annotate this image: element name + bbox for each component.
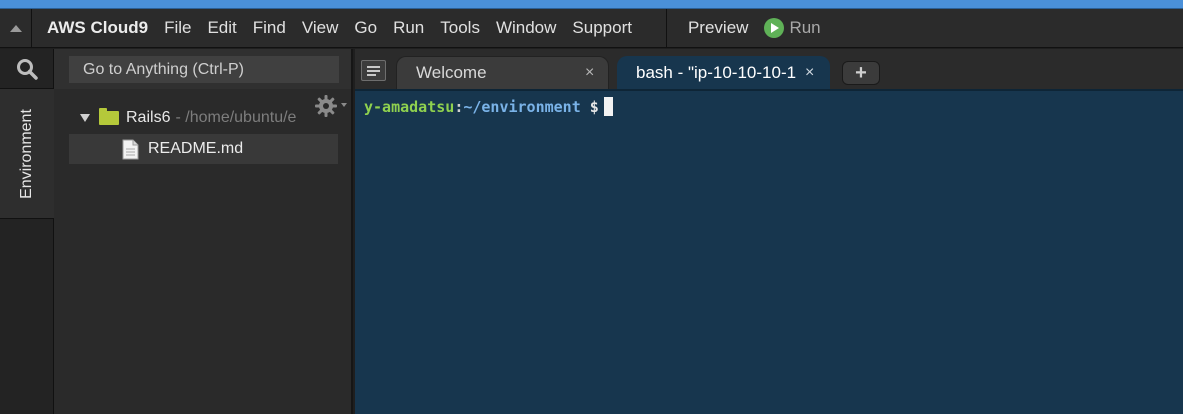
expand-arrow-icon[interactable] — [80, 114, 90, 122]
menu-find[interactable]: Find — [245, 18, 294, 38]
menu-lines-icon — [367, 66, 380, 68]
prompt-dollar: $ — [580, 97, 599, 116]
file-icon — [122, 139, 139, 159]
tab-welcome[interactable]: Welcome × — [396, 56, 609, 89]
terminal-prompt: y-amadatsu: ~/environment $ — [364, 97, 613, 116]
menu-edit[interactable]: Edit — [199, 18, 244, 38]
root-folder-path: - /home/ubuntu/e — [175, 109, 297, 126]
menu-window[interactable]: Window — [488, 18, 564, 38]
search-icon — [17, 58, 38, 80]
menu-bar: AWS Cloud9 File Edit Find View Go Run To… — [0, 8, 1183, 48]
menu-view[interactable]: View — [294, 18, 347, 38]
run-label: Run — [789, 18, 821, 37]
prompt-path: ~/environment — [463, 97, 581, 116]
menu-tools[interactable]: Tools — [432, 18, 488, 38]
collapse-menu-button[interactable] — [0, 8, 32, 48]
close-icon[interactable]: × — [585, 64, 594, 82]
go-to-anything-input[interactable]: Go to Anything (Ctrl-P) — [69, 56, 339, 83]
workspace-panel: Go to Anything (Ctrl-P) Rails6 - /home/u… — [54, 49, 353, 414]
file-name: README.md — [148, 140, 244, 157]
terminal-cursor — [603, 97, 613, 116]
tree-root-folder[interactable]: Rails6 - /home/ubuntu/e — [80, 107, 296, 129]
tab-label: Welcome — [416, 63, 487, 82]
top-accent-stripe — [0, 0, 1183, 9]
run-button[interactable]: Run — [764, 18, 821, 38]
triangle-up-icon — [9, 24, 22, 32]
menu-support[interactable]: Support — [564, 18, 640, 38]
tab-bash-terminal[interactable]: bash - "ip-10-10-10-1 × — [617, 56, 830, 89]
gear-icon[interactable] — [314, 93, 350, 117]
terminal-pane[interactable]: y-amadatsu: ~/environment $ — [355, 89, 1183, 414]
app-brand[interactable]: AWS Cloud9 — [47, 18, 148, 38]
menu-go[interactable]: Go — [346, 18, 385, 38]
add-tab-button[interactable]: + — [842, 61, 880, 85]
menu-divider — [665, 8, 667, 48]
tab-list-button[interactable] — [361, 60, 386, 81]
search-button[interactable] — [0, 49, 54, 89]
environment-tab[interactable]: Environment — [0, 89, 54, 219]
play-icon — [764, 18, 785, 38]
folder-icon — [99, 108, 119, 125]
environment-tab-label: Environment — [18, 108, 36, 199]
tab-label: bash - "ip-10-10-10-1 — [636, 62, 797, 82]
prompt-user: y-amadatsu — [364, 97, 455, 116]
left-rail: Environment — [0, 49, 54, 414]
prompt-colon: : — [454, 97, 464, 116]
close-icon[interactable]: × — [805, 64, 814, 82]
preview-button[interactable]: Preview — [680, 18, 756, 38]
tree-file-readme[interactable]: README.md — [69, 134, 338, 164]
file-tree: Rails6 - /home/ubuntu/e README.md — [54, 89, 351, 414]
tab-bar: Welcome × bash - "ip-10-10-10-1 × + — [355, 49, 1183, 89]
menu-run[interactable]: Run — [385, 18, 432, 38]
editor-area: Welcome × bash - "ip-10-10-10-1 × + y-am… — [355, 49, 1183, 414]
menu-file[interactable]: File — [156, 18, 199, 38]
menu-lines-icon — [367, 74, 376, 76]
menu-lines-icon — [367, 70, 380, 72]
root-folder-name: Rails6 — [126, 109, 171, 126]
